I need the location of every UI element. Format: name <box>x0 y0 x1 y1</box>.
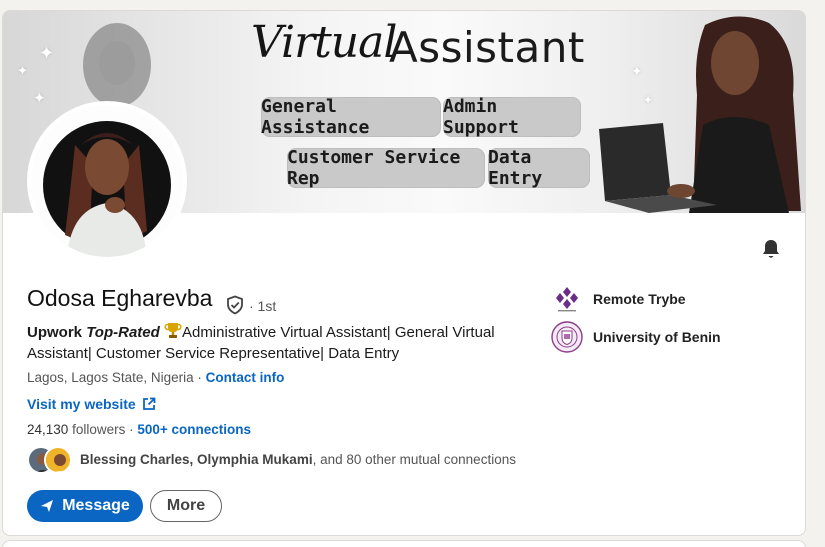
headline-top-rated: Top-Rated <box>86 324 160 341</box>
profile-location: Lagos, Lagos State, Nigeria <box>27 370 194 385</box>
verified-shield-icon[interactable] <box>225 295 245 315</box>
send-icon <box>41 500 54 512</box>
next-card-edge <box>2 540 806 547</box>
message-button[interactable]: Message <box>27 490 143 522</box>
headline-upwork: Upwork <box>27 324 83 341</box>
separator: · <box>193 370 206 385</box>
connections-link[interactable]: 500+ connections <box>137 422 251 437</box>
banner-pill: Customer Service Rep <box>287 147 485 189</box>
website-label: Visit my website <box>27 396 136 412</box>
message-button-label: Message <box>62 497 130 514</box>
university-of-benin-logo-icon <box>551 321 583 353</box>
contact-info-link[interactable]: Contact info <box>206 370 285 385</box>
profile-card: ✦ ✦ ✦ ✦ ✦ Virtual Assistant General Assi… <box>2 10 806 536</box>
remote-trybe-logo-icon <box>551 283 583 315</box>
profile-photo <box>31 105 183 257</box>
followers-line: 24,130 followers · 500+ connections <box>27 422 251 437</box>
external-link-icon <box>142 397 156 410</box>
banner-title-text: Assistant <box>389 23 585 72</box>
followers-count: 24,130 <box>27 422 69 437</box>
mutual-connection-avatars[interactable] <box>27 446 75 474</box>
sparkle-icon: ✦ <box>39 43 55 63</box>
avatar <box>44 446 72 474</box>
sparkle-icon: ✦ <box>17 63 28 78</box>
mutual-names: Blessing Charles, Olymphia Mukami <box>80 452 313 467</box>
more-button[interactable]: More <box>150 490 222 522</box>
banner-pill: Data Entry <box>488 147 590 189</box>
experience-name: Remote Trybe <box>593 291 686 307</box>
notification-bell-icon[interactable] <box>759 237 783 261</box>
followers-label: followers <box>72 422 126 437</box>
connection-degree: · 1st <box>249 298 277 314</box>
profile-location-line: Lagos, Lagos State, Nigeria · Contact in… <box>27 370 284 385</box>
education-university-of-benin[interactable]: University of Benin <box>551 321 721 353</box>
experience-remote-trybe[interactable]: Remote Trybe <box>551 283 686 315</box>
banner-photo-woman-laptop <box>599 16 801 213</box>
mutual-rest: , and 80 other mutual connections <box>312 452 516 467</box>
profile-name: Odosa Egharevba <box>27 285 213 311</box>
banner-script-text: Virtual <box>251 17 397 68</box>
trophy-icon <box>164 323 182 338</box>
profile-headline: Upwork Top-Rated Administrative Virtual … <box>27 322 537 364</box>
separator: · <box>125 422 138 437</box>
visit-website-link[interactable]: Visit my website <box>27 396 156 412</box>
mutual-connections-text[interactable]: Blessing Charles, Olymphia Mukami, and 8… <box>80 452 516 467</box>
sparkle-icon: ✦ <box>33 90 46 107</box>
banner-pill: General Assistance <box>261 96 441 138</box>
profile-photo-frame[interactable] <box>27 101 187 261</box>
banner-pill: Admin Support <box>443 96 581 138</box>
education-name: University of Benin <box>593 329 721 345</box>
